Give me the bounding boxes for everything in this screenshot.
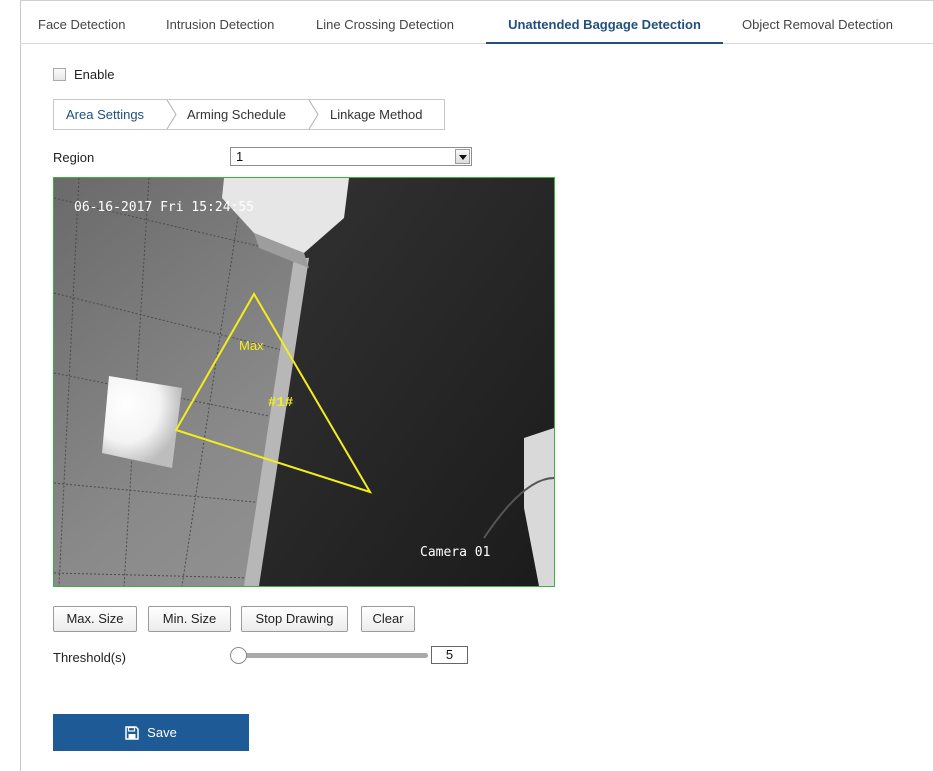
clear-button[interactable]: Clear <box>361 606 415 632</box>
save-label: Save <box>147 725 177 740</box>
stop-drawing-button[interactable]: Stop Drawing <box>241 606 348 632</box>
region-select[interactable]: 1 <box>230 147 472 166</box>
camera-frame: 06-16-2017 Fri 15:24:55 Camera 01 Max #1… <box>54 178 554 586</box>
tab-intrusion-detection[interactable]: Intrusion Detection <box>166 0 274 44</box>
chevron-right-icon <box>308 100 319 129</box>
subtab-area-settings[interactable]: Area Settings <box>66 100 144 129</box>
save-button[interactable]: Save <box>53 714 249 751</box>
region-select-value: 1 <box>236 149 244 164</box>
threshold-slider-handle[interactable] <box>230 647 247 664</box>
tab-face-detection[interactable]: Face Detection <box>38 0 125 44</box>
threshold-label: Threshold(s) <box>53 650 126 665</box>
max-size-button[interactable]: Max. Size <box>53 606 137 632</box>
enable-checkbox[interactable] <box>53 67 66 81</box>
region-max-label: Max <box>239 338 264 353</box>
threshold-slider-track[interactable] <box>238 653 428 658</box>
enable-label: Enable <box>74 66 115 82</box>
enable-row: Enable <box>53 66 114 82</box>
live-video-canvas[interactable]: 06-16-2017 Fri 15:24:55 Camera 01 Max #1… <box>53 177 555 587</box>
tab-unattended-baggage-detection[interactable]: Unattended Baggage Detection <box>486 0 723 44</box>
threshold-input[interactable]: 5 <box>431 646 468 664</box>
tab-line-crossing-detection[interactable]: Line Crossing Detection <box>316 0 454 44</box>
region-label: Region <box>53 150 95 165</box>
min-size-button[interactable]: Min. Size <box>148 606 231 632</box>
subtab-linkage-method[interactable]: Linkage Method <box>330 100 423 129</box>
video-camera-name: Camera 01 <box>420 545 490 560</box>
chevron-right-icon <box>166 100 177 129</box>
save-icon <box>125 725 139 740</box>
region-id-label: #1# <box>268 395 293 411</box>
settings-subtabs: Area Settings Arming Schedule Linkage Me… <box>53 99 445 130</box>
chevron-down-icon[interactable] <box>455 149 470 164</box>
subtab-arming-schedule[interactable]: Arming Schedule <box>187 100 286 129</box>
tab-object-removal-detection[interactable]: Object Removal Detection <box>742 0 893 44</box>
video-timestamp: 06-16-2017 Fri 15:24:55 <box>74 200 254 215</box>
